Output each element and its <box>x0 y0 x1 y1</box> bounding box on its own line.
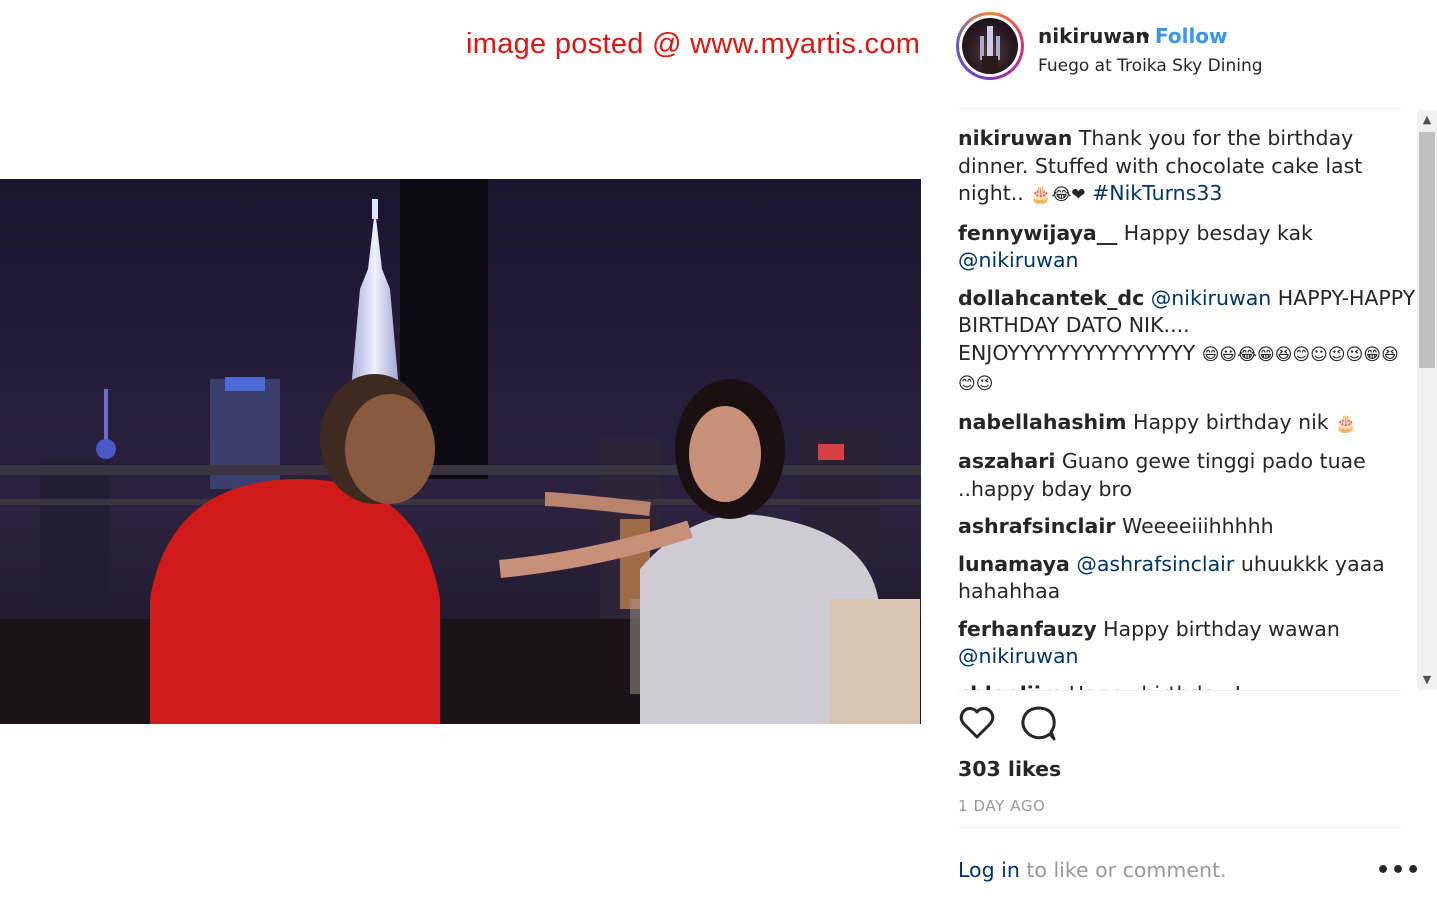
comment-username[interactable]: nikiruwan <box>958 126 1072 150</box>
avatar[interactable] <box>956 12 1024 80</box>
comment-text: Weeeeiiihhhhh <box>1122 514 1274 538</box>
comment-mention-link[interactable]: @nikiruwan <box>958 644 1079 668</box>
comment-item: fennywijaya__ Happy besday kak @nikiruwa… <box>958 220 1416 275</box>
comment-item: nabellahashim Happy birthday nik 🎂 <box>958 409 1416 439</box>
comment-item: chloeliim Happy birthday ! <box>958 681 1416 691</box>
scroll-up-arrow-icon[interactable]: ▲ <box>1417 110 1437 130</box>
comments-divider <box>958 690 1401 691</box>
footer-divider <box>958 827 1401 828</box>
comment-text: Happy birthday nik <box>1133 409 1336 434</box>
login-link[interactable]: Log in <box>958 858 1020 882</box>
comment-text: Happy besday kak <box>1123 220 1313 245</box>
comment-item: lunamaya @ashrafsinclair uhuukkk yaaa ha… <box>958 551 1416 606</box>
more-options-icon[interactable]: ••• <box>1376 858 1421 883</box>
comment-item: ferhanfauzy Happy birthday wawan @nikiru… <box>958 616 1416 671</box>
post-photo-illustration <box>0 179 921 724</box>
post-timestamp[interactable]: 1 DAY AGO <box>958 797 1045 815</box>
scroll-thumb[interactable] <box>1419 132 1435 368</box>
comment-hashtag-link[interactable]: #NikTurns33 <box>1092 181 1222 205</box>
avatar-image <box>962 18 1018 74</box>
watermark-text: image posted @ www.myartis.com <box>466 28 921 60</box>
scroll-down-arrow-icon[interactable]: ▼ <box>1417 670 1437 690</box>
comment-username[interactable]: fennywijaya__ <box>958 221 1117 245</box>
post-photo[interactable] <box>0 179 921 724</box>
comment-username[interactable]: dollahcantek_dc <box>958 286 1144 310</box>
separator-dot: • <box>1140 24 1152 48</box>
post-location[interactable]: Fuego at Troika Sky Dining <box>1038 56 1263 76</box>
likes-count[interactable]: 303 likes <box>958 757 1061 781</box>
comment-emoji: 🎂 <box>1335 413 1357 434</box>
header-divider <box>958 108 1401 109</box>
comment-item: aszahari Guano gewe tinggi pado tuae ..h… <box>958 448 1416 503</box>
comment-username[interactable]: nabellahashim <box>958 410 1127 434</box>
comment-mention-link[interactable]: @nikiruwan <box>1151 286 1272 310</box>
comments-list[interactable]: nikiruwan Thank you for the birthday din… <box>958 125 1416 690</box>
post-actions <box>958 704 1158 746</box>
comment-username[interactable]: aszahari <box>958 449 1055 473</box>
comment-mention-link[interactable]: @nikiruwan <box>958 248 1079 272</box>
heart-icon[interactable] <box>958 704 996 742</box>
comment-item: dollahcantek_dc @nikiruwan HAPPY-HAPPY B… <box>958 285 1416 399</box>
login-prompt-text: to like or comment. <box>1019 858 1227 882</box>
post-author-username[interactable]: nikiruwan <box>1038 24 1150 48</box>
comment-username[interactable]: chloeliim <box>958 682 1062 691</box>
comment-text: Happy birthday ! <box>1069 682 1242 691</box>
login-prompt: Log in to like or comment. <box>958 858 1227 882</box>
comment-emoji: 🎂😂❤ <box>1030 185 1086 205</box>
comment-mention-link[interactable]: @ashrafsinclair <box>1076 552 1234 576</box>
comment-username[interactable]: lunamaya <box>958 552 1070 576</box>
post-header: nikiruwan • Follow Fuego at Troika Sky D… <box>956 12 1400 108</box>
comment-item: ashrafsinclair Weeeeiiihhhhh <box>958 513 1416 541</box>
comment-text: Happy birthday wawan <box>1103 616 1340 641</box>
comment-username[interactable]: ashrafsinclair <box>958 514 1115 538</box>
comments-scrollbar[interactable]: ▲ ▼ <box>1417 110 1437 690</box>
comment-item: nikiruwan Thank you for the birthday din… <box>958 125 1416 210</box>
comment-username[interactable]: ferhanfauzy <box>958 617 1097 641</box>
follow-button[interactable]: Follow <box>1155 24 1228 48</box>
comment-icon[interactable] <box>1020 704 1058 742</box>
